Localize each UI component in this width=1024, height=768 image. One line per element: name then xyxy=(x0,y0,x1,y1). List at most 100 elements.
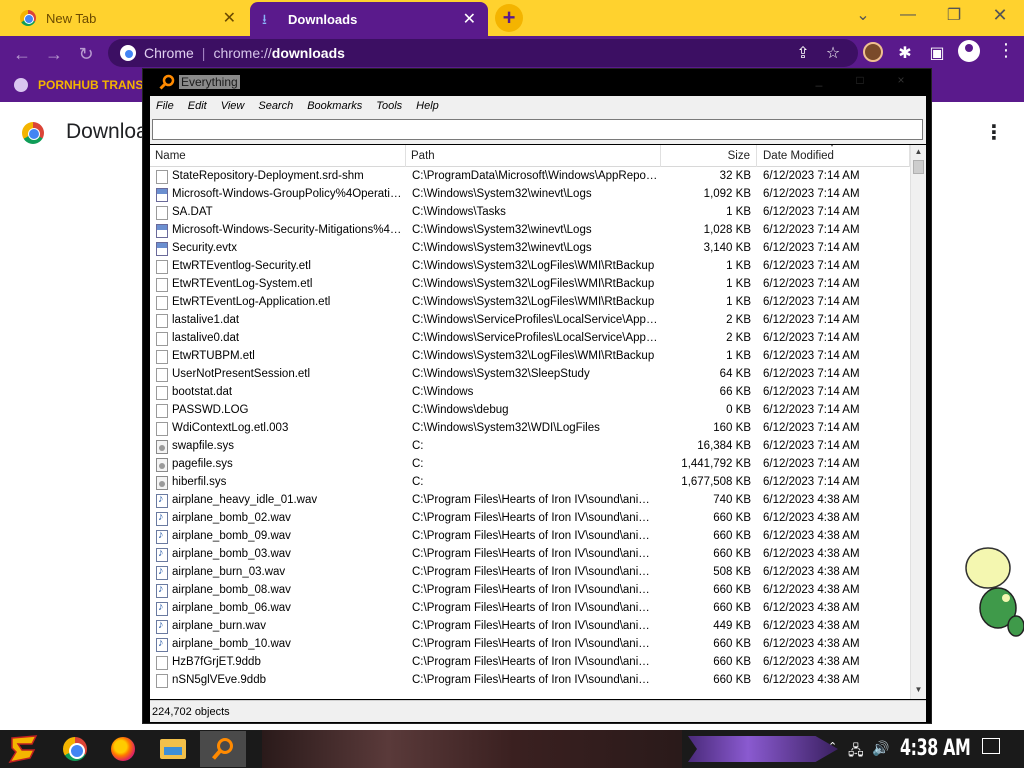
menu-tools[interactable]: Tools xyxy=(376,100,402,112)
extensions-icon[interactable]: ✱ xyxy=(894,42,916,64)
menu-bookmarks[interactable]: Bookmarks xyxy=(307,100,362,112)
table-row[interactable]: Security.evtx C:\Windows\System32\winevt\… xyxy=(150,240,910,258)
table-row[interactable]: PASSWD.LOG C:\Windows\debug 0 KB 6/12/2023 … xyxy=(150,402,910,420)
notification-icon[interactable] xyxy=(982,738,1000,754)
taskbar-firefox[interactable] xyxy=(100,731,146,767)
everything-window: Everything _ □ × File Edit View Search B… xyxy=(142,68,932,724)
table-row[interactable]: EtwRTEventlog-Security.etl C:\Windows\Sys… xyxy=(150,258,910,276)
table-row[interactable]: nSN5glVEve.9ddb C:\Program Files\Hearts o… xyxy=(150,672,910,690)
clock[interactable]: 4:38 AM xyxy=(900,736,971,761)
table-row[interactable]: StateRepository-Deployment.srd-shm C:\Pro… xyxy=(150,168,910,186)
everything-search-icon xyxy=(211,738,233,760)
firefox-icon xyxy=(111,737,135,761)
start-icon[interactable] xyxy=(8,734,40,764)
cell-size: 32 KB xyxy=(719,170,751,182)
tab-new-tab[interactable]: New Tab ✕ xyxy=(8,2,248,34)
table-row[interactable]: UserNotPresentSession.etl C:\Windows\Syst… xyxy=(150,366,910,384)
bookmark-star-icon[interactable]: ☆ xyxy=(822,42,844,64)
downloads-menu-icon[interactable]: ⋮ xyxy=(984,120,1004,145)
scroll-down-icon[interactable]: ▼ xyxy=(911,683,926,697)
table-row[interactable]: WdiContextLog.etl.003 C:\Windows\System32… xyxy=(150,420,910,438)
cell-name: SA.DAT xyxy=(172,206,213,218)
close-window-icon[interactable]: ✕ xyxy=(977,0,1023,30)
menu-file[interactable]: File xyxy=(156,100,174,112)
table-row[interactable]: lastalive0.dat C:\Windows\ServiceProfiles… xyxy=(150,330,910,348)
table-row[interactable]: airplane_burn.wav C:\Program Files\Hearts… xyxy=(150,618,910,636)
volume-icon[interactable]: 🔊 xyxy=(872,740,889,757)
address-bar[interactable]: Chrome | chrome:// downloads xyxy=(108,39,858,67)
taskbar-chrome[interactable] xyxy=(52,731,98,767)
table-row[interactable]: EtwRTEventLog-System.etl C:\Windows\Syste… xyxy=(150,276,910,294)
tab-downloads[interactable]: ⭳ Downloads ✕ xyxy=(250,2,488,36)
forward-icon[interactable]: → xyxy=(42,42,66,66)
menu-help[interactable]: Help xyxy=(416,100,439,112)
table-row[interactable]: lastalive1.dat C:\Windows\ServiceProfiles… xyxy=(150,312,910,330)
menu-edit[interactable]: Edit xyxy=(188,100,207,112)
restore-icon[interactable]: ❐ xyxy=(931,0,977,30)
table-row[interactable]: bootstat.dat C:\Windows 66 KB 6/12/2023 7:1… xyxy=(150,384,910,402)
cell-name: Security.evtx xyxy=(172,242,237,254)
scrollbar-thumb[interactable] xyxy=(913,160,924,174)
share-icon[interactable]: ⇪ xyxy=(792,42,814,64)
taskbar-file-explorer[interactable] xyxy=(150,731,196,767)
reload-icon[interactable]: ↻ xyxy=(74,42,98,66)
table-row[interactable]: Microsoft-Windows-Security-Mitigations%4… xyxy=(150,222,910,240)
new-tab-button[interactable]: + xyxy=(495,4,523,32)
table-row[interactable]: airplane_bomb_02.wav C:\Program Files\Hea… xyxy=(150,510,910,528)
table-row[interactable]: Microsoft-Windows-GroupPolicy%4Operation… xyxy=(150,186,910,204)
table-row[interactable]: airplane_heavy_idle_01.wav C:\Program Fil… xyxy=(150,492,910,510)
table-row[interactable]: HzB7fGrjET.9ddb C:\Program Files\Hearts o… xyxy=(150,654,910,672)
cell-size: 1 KB xyxy=(726,296,751,308)
search-input[interactable] xyxy=(152,119,923,140)
table-row[interactable]: swapfile.sys C: 16,384 KB 6/12/2023 7:14 AM xyxy=(150,438,910,456)
cell-date: 6/12/2023 4:38 AM xyxy=(763,494,860,506)
cell-path: C:\Program Files\Hearts of Iron IV\sound… xyxy=(412,548,658,560)
maximize-icon[interactable]: □ xyxy=(840,73,880,91)
more-menu-icon[interactable]: ⋮ xyxy=(997,40,1015,61)
audio-file-icon xyxy=(156,565,168,580)
close-icon[interactable]: × xyxy=(881,73,921,91)
scroll-up-icon[interactable]: ▲ xyxy=(911,145,926,159)
table-row[interactable]: airplane_burn_03.wav C:\Program Files\Hea… xyxy=(150,564,910,582)
minimize-icon[interactable]: _ xyxy=(799,73,839,91)
table-row[interactable]: airplane_bomb_03.wav C:\Program Files\Hea… xyxy=(150,546,910,564)
close-icon[interactable]: ✕ xyxy=(463,9,476,29)
table-row[interactable]: airplane_bomb_08.wav C:\Program Files\Hea… xyxy=(150,582,910,600)
menu-view[interactable]: View xyxy=(221,100,245,112)
side-panel-icon[interactable]: ▣ xyxy=(926,42,948,64)
omnibox-separator: | xyxy=(201,45,206,61)
everything-titlebar[interactable]: Everything _ □ × xyxy=(143,69,931,95)
column-name[interactable]: Name xyxy=(150,145,406,167)
back-icon[interactable]: ← xyxy=(10,42,34,66)
menu-search[interactable]: Search xyxy=(258,100,293,112)
table-row[interactable]: airplane_bomb_09.wav C:\Program Files\Hea… xyxy=(150,528,910,546)
table-row[interactable]: airplane_bomb_10.wav C:\Program Files\Hea… xyxy=(150,636,910,654)
network-icon[interactable]: 🖧 xyxy=(848,740,864,764)
table-row[interactable]: airplane_bomb_06.wav C:\Program Files\Hea… xyxy=(150,600,910,618)
profile-icon[interactable] xyxy=(958,40,980,62)
extension-avatar-icon[interactable] xyxy=(863,42,883,62)
cell-path: C:\Windows\System32\winevt\Logs xyxy=(412,224,592,236)
table-row[interactable]: hiberfil.sys C: 1,677,508 KB 6/12/2023 7:14… xyxy=(150,474,910,492)
close-icon[interactable]: ✕ xyxy=(223,8,236,28)
table-row[interactable]: EtwRTUBPM.etl C:\Windows\System32\LogFile… xyxy=(150,348,910,366)
cell-path: C: xyxy=(412,458,424,470)
column-path[interactable]: Path xyxy=(406,145,661,167)
cell-path: C:\Windows\System32\LogFiles\WMI\RtBacku… xyxy=(412,350,655,362)
table-row[interactable]: EtwRTEventLog-Application.etl C:\Windows\… xyxy=(150,294,910,312)
cell-path: C:\Program Files\Hearts of Iron IV\sound… xyxy=(412,494,658,506)
results-list: Name Path Size Date Modified ▾ StateRepo… xyxy=(150,145,926,699)
chrome-tabstrip: New Tab ✕ ⭳ Downloads ✕ + ⌄ — ❐ ✕ xyxy=(0,0,1024,36)
status-bar: 224,702 objects xyxy=(150,700,926,722)
cell-date: 6/12/2023 7:14 AM xyxy=(763,260,860,272)
bookmark-item[interactable]: PORNHUB TRANS xyxy=(14,78,143,92)
cell-size: 660 KB xyxy=(713,584,751,596)
column-size[interactable]: Size xyxy=(661,145,757,167)
taskbar-everything[interactable] xyxy=(200,731,246,767)
table-row[interactable]: SA.DAT C:\Windows\Tasks 1 KB 6/12/2023 7:14… xyxy=(150,204,910,222)
vertical-scrollbar[interactable]: ▲ ▼ xyxy=(910,145,926,699)
chevron-down-icon[interactable]: ⌄ xyxy=(840,0,886,30)
minimize-icon[interactable]: — xyxy=(885,0,931,30)
chevron-up-icon[interactable]: ⌃ xyxy=(828,740,837,753)
table-row[interactable]: pagefile.sys C: 1,441,792 KB 6/12/2023 7:14… xyxy=(150,456,910,474)
